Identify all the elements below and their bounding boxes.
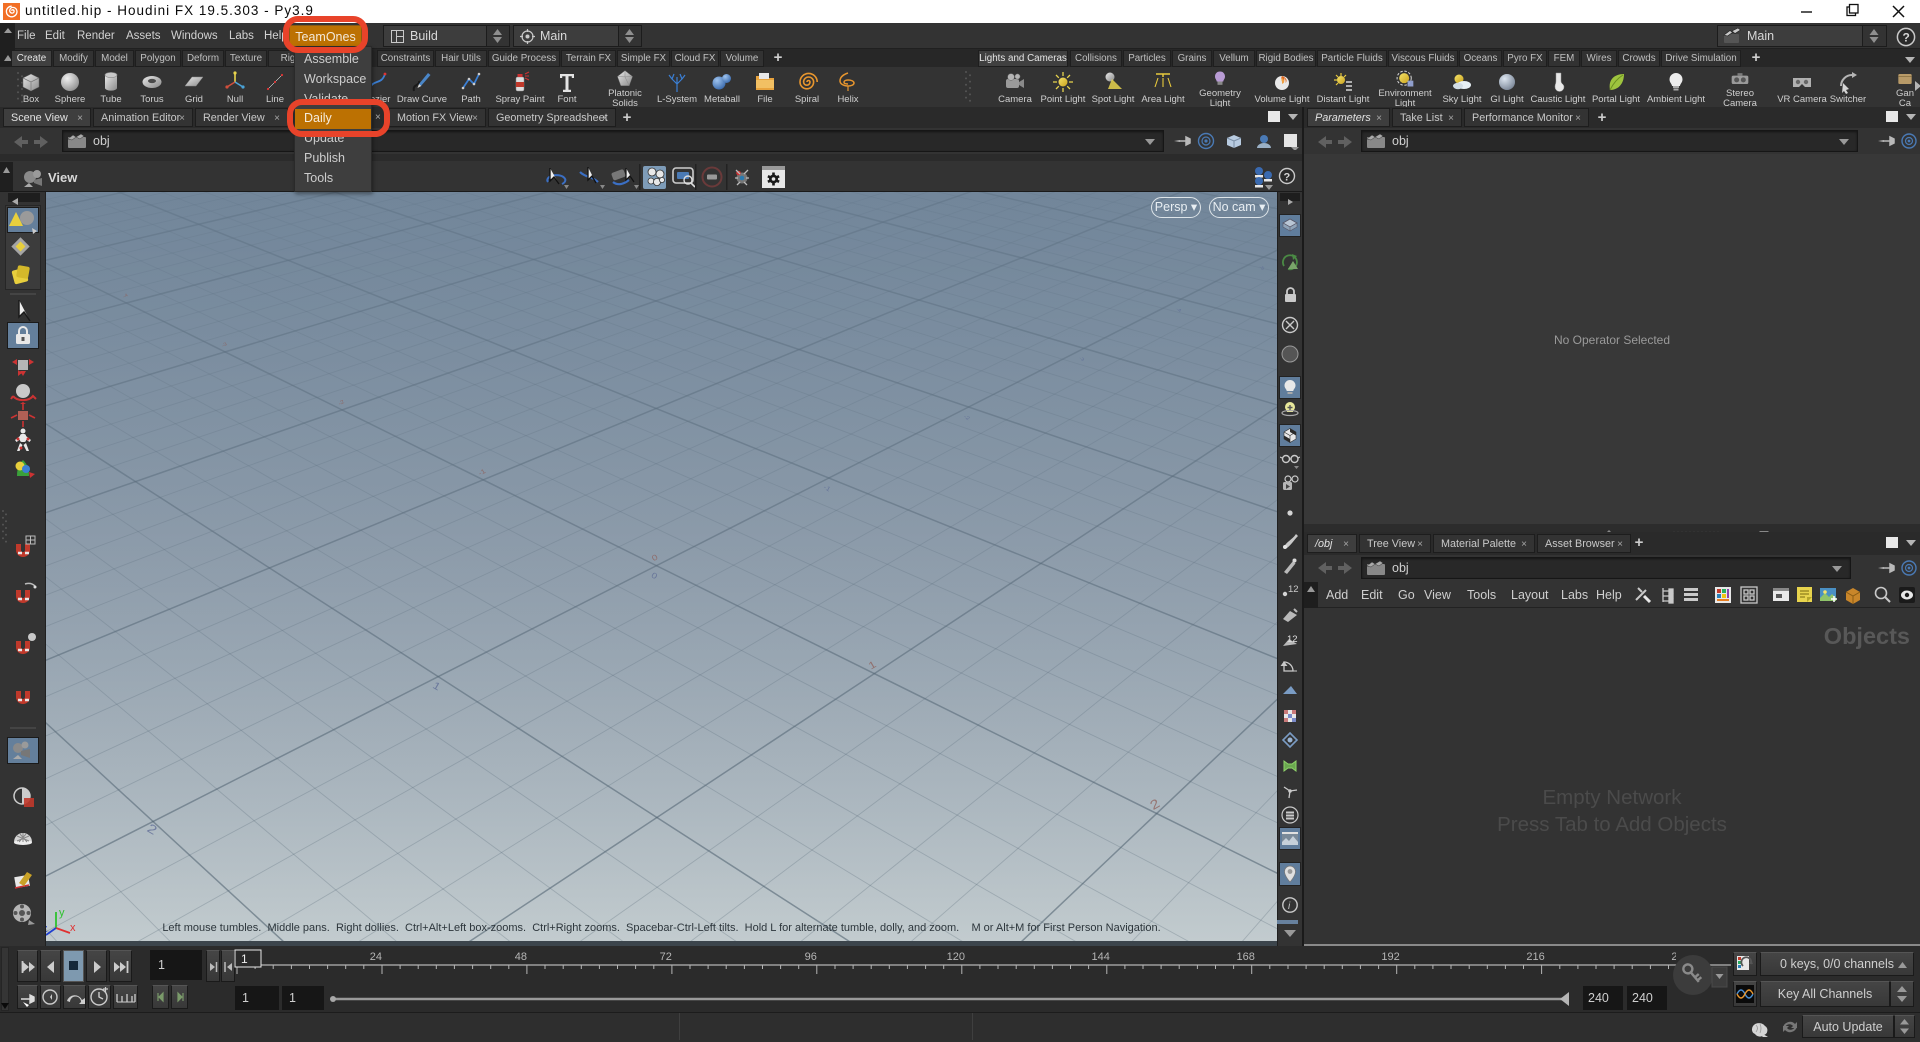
svg-text:?: ? <box>1284 172 1291 184</box>
svg-text:-2: -2 <box>963 414 971 422</box>
svg-text:96: 96 <box>805 951 817 963</box>
svg-text:192: 192 <box>1381 951 1399 963</box>
svg-text:0: 0 <box>650 552 659 562</box>
svg-text:216: 216 <box>1526 951 1544 963</box>
svg-text:120: 120 <box>947 951 965 963</box>
svg-text:12: 12 <box>1288 584 1299 595</box>
svg-text:-3: -3 <box>221 342 228 349</box>
svg-text:144: 144 <box>1092 951 1110 963</box>
svg-text:-4: -4 <box>1175 307 1182 314</box>
svg-text:-4: -4 <box>122 293 129 300</box>
svg-text:i: i <box>1288 901 1291 912</box>
svg-text:y: y <box>59 907 65 919</box>
svg-text:?: ? <box>1903 31 1910 45</box>
svg-text:2: 2 <box>1148 797 1163 814</box>
svg-text:168: 168 <box>1237 951 1255 963</box>
svg-text:1: 1 <box>431 680 442 693</box>
svg-text:-1: -1 <box>822 483 832 493</box>
svg-text:-2: -2 <box>338 399 346 407</box>
svg-text:1: 1 <box>241 952 248 966</box>
svg-text:1: 1 <box>867 659 878 672</box>
svg-text:-1: -1 <box>477 467 487 477</box>
svg-text:48: 48 <box>515 951 527 963</box>
svg-text:-5: -5 <box>1258 265 1265 272</box>
svg-text:2: 2 <box>144 822 159 839</box>
svg-text:24: 24 <box>370 951 382 963</box>
svg-text:72: 72 <box>660 951 672 963</box>
svg-text:0: 0 <box>650 570 659 580</box>
svg-text:12: 12 <box>1287 634 1298 645</box>
svg-text:-3: -3 <box>1078 356 1085 363</box>
